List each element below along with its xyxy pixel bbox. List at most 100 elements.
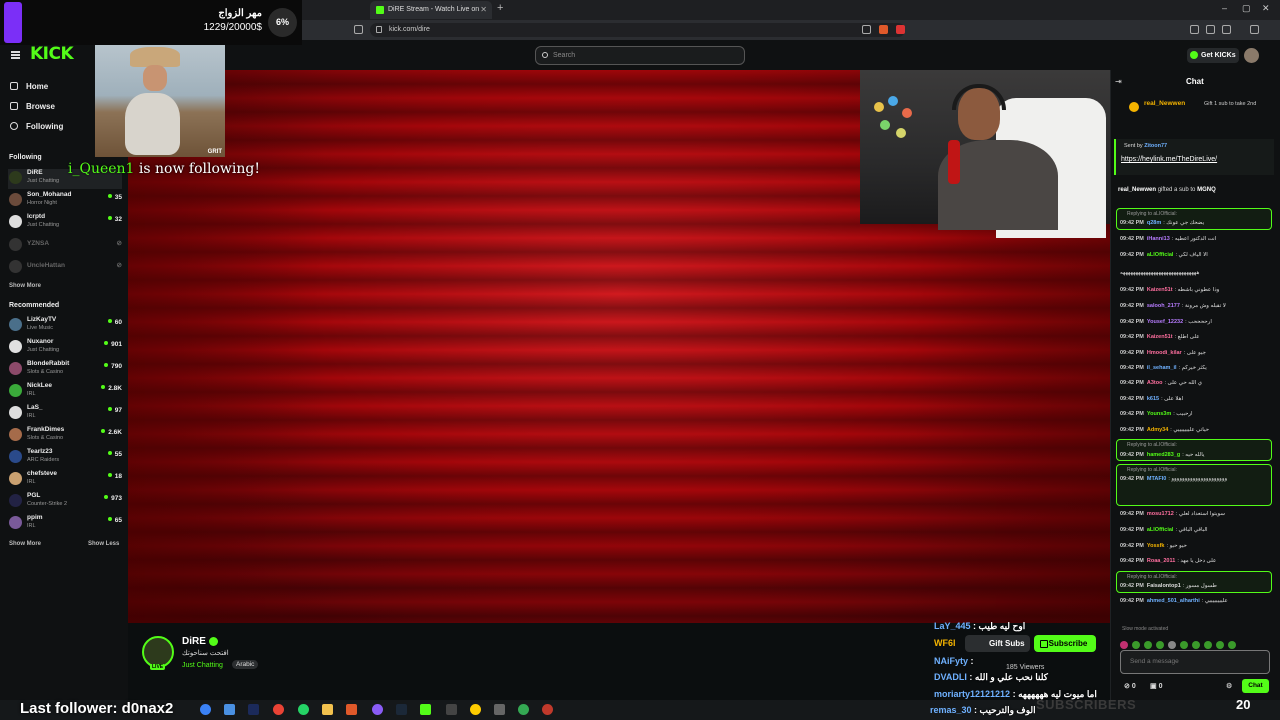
rewards-icon[interactable] [896,25,905,34]
chat-message[interactable]: 09:42 PM ahmed_501_alharthi: علييييييييي [1120,598,1272,605]
app-icon[interactable] [494,704,505,715]
steam-icon[interactable] [396,704,407,715]
chat-username[interactable]: k615 [1147,396,1159,402]
nav-following[interactable]: Following [10,122,63,131]
chat-message[interactable]: 09:42 PM aLIOfficial: الا الياف لكي [1120,252,1272,259]
recommended-channel[interactable]: Tearlz23 ARC Raiders 55 [8,448,122,468]
points-counter[interactable]: ⊘ 0 [1124,682,1136,690]
chat-username[interactable]: A3too [1147,380,1163,386]
recommended-channel[interactable]: LizKayTV Live Music 60 [8,316,122,336]
menu-icon[interactable] [1250,25,1259,34]
chat-username[interactable]: salooh_2177 [1147,303,1180,309]
chat-message[interactable]: 09:42 PM mosu1712: سويتوا استعداد لعلي [1120,511,1272,518]
hamburger-menu-icon[interactable] [11,51,20,59]
sidebar-toggle-icon[interactable] [1190,25,1199,34]
browser-tab[interactable]: DiRE Stream - Watch Live on ✕ [370,1,492,19]
chat-username[interactable]: Roaa_2011 [1147,558,1175,564]
subs-counter[interactable]: ▣ 0 [1150,682,1162,690]
chat-username[interactable]: Youns3m [1147,411,1171,417]
recommended-channel[interactable]: ppim IRL 65 [8,514,122,534]
wallet-icon[interactable] [1222,25,1231,34]
chat-username[interactable]: iHanni13 [1147,236,1170,242]
chat-message[interactable]: 09:42 PM Roaa_2011: على دخل يا مهد [1120,558,1272,565]
collapse-chat-icon[interactable]: ⇥ [1115,77,1122,86]
chat-message[interactable]: 09:42 PM Youns3m: ارحبيب [1120,411,1272,418]
close-tab-icon[interactable]: ✕ [480,1,487,19]
brave-icon[interactable] [346,704,357,715]
recommended-channel[interactable]: Nuxanor Just Chatting 901 [8,338,122,358]
recommended-channel[interactable]: chefsteve IRL 18 [8,470,122,490]
chat-message[interactable]: 09:42 PM q28m: يضحك جي عونك [1120,220,1272,227]
premiere-icon[interactable] [248,704,259,715]
chat-message[interactable]: 09:42 PM Yousef_12232: ارححححب [1120,319,1272,326]
pinned-gift-banner[interactable]: real_Newwen Gift 1 sub to take 2nd [1118,98,1268,124]
chat-username[interactable]: il_seham_il [1147,365,1177,371]
chat-message[interactable]: 09:42 PM Hmoodi_kilar: جيو على [1120,350,1272,357]
chrome-icon[interactable] [273,704,284,715]
obs-icon[interactable] [372,704,383,715]
chat-username[interactable]: MTAFI0 [1147,476,1166,482]
chat-message[interactable]: 09:42 PM il_seham_il: يكثر خيركم [1120,365,1272,372]
minimize-icon[interactable]: – [1222,3,1227,13]
channel-name[interactable]: DiRE [182,636,206,647]
subscribe-button[interactable]: Subscribe [1034,635,1096,652]
gift-subs-button[interactable]: Gift Subs [965,635,1030,652]
new-tab-button[interactable]: + [497,2,503,14]
nav-browse[interactable]: Browse [10,102,55,111]
recommended-channel[interactable]: BlondeRabbit Slots & Casino 790 [8,360,122,380]
chat-message[interactable]: 09:42 PM hamed283_g: يالله حيه [1120,452,1272,459]
chat-message[interactable]: 09:42 PM k615: اهلا على [1120,396,1272,403]
recommended-channel[interactable]: PGL Counter-Strike 2 973 [8,492,122,512]
app-icon[interactable] [470,704,481,715]
following-channel-offline[interactable]: UncleHattan ⊘ [8,258,122,278]
app-icon[interactable] [446,704,457,715]
following-channel-offline[interactable]: YZNSA ⊘ [8,236,122,256]
chat-message[interactable]: 09:42 PM Faisalontop1: طسول مسور [1120,583,1272,590]
pinned-message[interactable]: Sent by Zitoon77 https://heylink.me/TheD… [1114,139,1274,175]
store-icon[interactable] [224,704,235,715]
chat-username[interactable]: Admy34 [1147,427,1168,433]
chat-username[interactable]: aLIOfficial [1147,252,1174,258]
chat-username[interactable]: hamed283_g [1147,452,1180,458]
brave-shield-icon[interactable] [879,25,888,34]
show-more-following[interactable]: Show More [9,283,41,289]
chat-username[interactable]: Yousef_12232 [1147,319,1183,325]
emote-bar[interactable] [1120,636,1270,649]
recommended-channel[interactable]: NickLee IRL 2.8K [8,382,122,402]
app-icon[interactable] [542,704,553,715]
nav-home[interactable]: Home [10,82,48,91]
chat-message[interactable]: 09:42 PM Yossfk: حيو حيو [1120,543,1272,550]
chat-username[interactable]: Kaizen51t [1147,334,1173,340]
stream-category[interactable]: Just Chatting [182,662,223,669]
extensions-icon[interactable] [1206,25,1215,34]
whatsapp-icon[interactable] [298,704,309,715]
bookmark-icon[interactable] [354,25,363,34]
chat-message[interactable]: 09:42 PM A3too: ي الله حي على [1120,380,1272,387]
following-channel[interactable]: Son_Mohanad Horror Night 35 [8,191,122,211]
chat-username[interactable]: aLIOfficial [1147,527,1174,533]
recommended-channel[interactable]: FrankDimes Slots & Casino 2.6K [8,426,122,446]
get-kicks-button[interactable]: Get KICKs [1187,48,1239,63]
show-less-recommended[interactable]: Show Less [88,541,119,547]
kick-icon[interactable] [420,704,431,715]
close-window-icon[interactable]: ✕ [1262,3,1270,14]
chat-settings-icon[interactable]: ⚙ [1226,682,1232,690]
chat-username[interactable]: ahmed_501_alharthi [1147,598,1200,604]
kick-logo[interactable]: KICK [30,44,74,64]
language-tag[interactable]: Arabic [232,660,259,669]
following-channel[interactable]: lcrptd Just Chatting 32 [8,213,122,233]
pinned-link[interactable]: https://heylink.me/TheDireLive/ [1121,156,1217,163]
chat-message[interactable]: 09:42 PM salooh_2177: لا تقبله وش مرونة [1120,303,1272,310]
chat-message[interactable]: 09:42 PM Kaizen51t: وذا عطوني باشطه [1120,287,1272,294]
recommended-channel[interactable]: LaS_ IRL 97 [8,404,122,424]
send-chat-button[interactable]: Chat [1242,679,1269,693]
chat-username[interactable]: Yossfk [1147,543,1165,549]
share-icon[interactable] [862,25,871,34]
chat-message[interactable]: 09:42 PM Admy34: حياتي عليييييييي [1120,427,1272,434]
chat-username[interactable]: Hmoodi_kilar [1147,350,1182,356]
folder-icon[interactable] [322,704,333,715]
chat-input[interactable]: Send a message [1120,650,1270,674]
channel-avatar-large[interactable]: LIVE [142,636,174,670]
chat-message[interactable]: 09:42 PM MTAFI0: ووووووووووووووووووووو [1120,476,1272,483]
chrome-icon[interactable] [518,704,529,715]
